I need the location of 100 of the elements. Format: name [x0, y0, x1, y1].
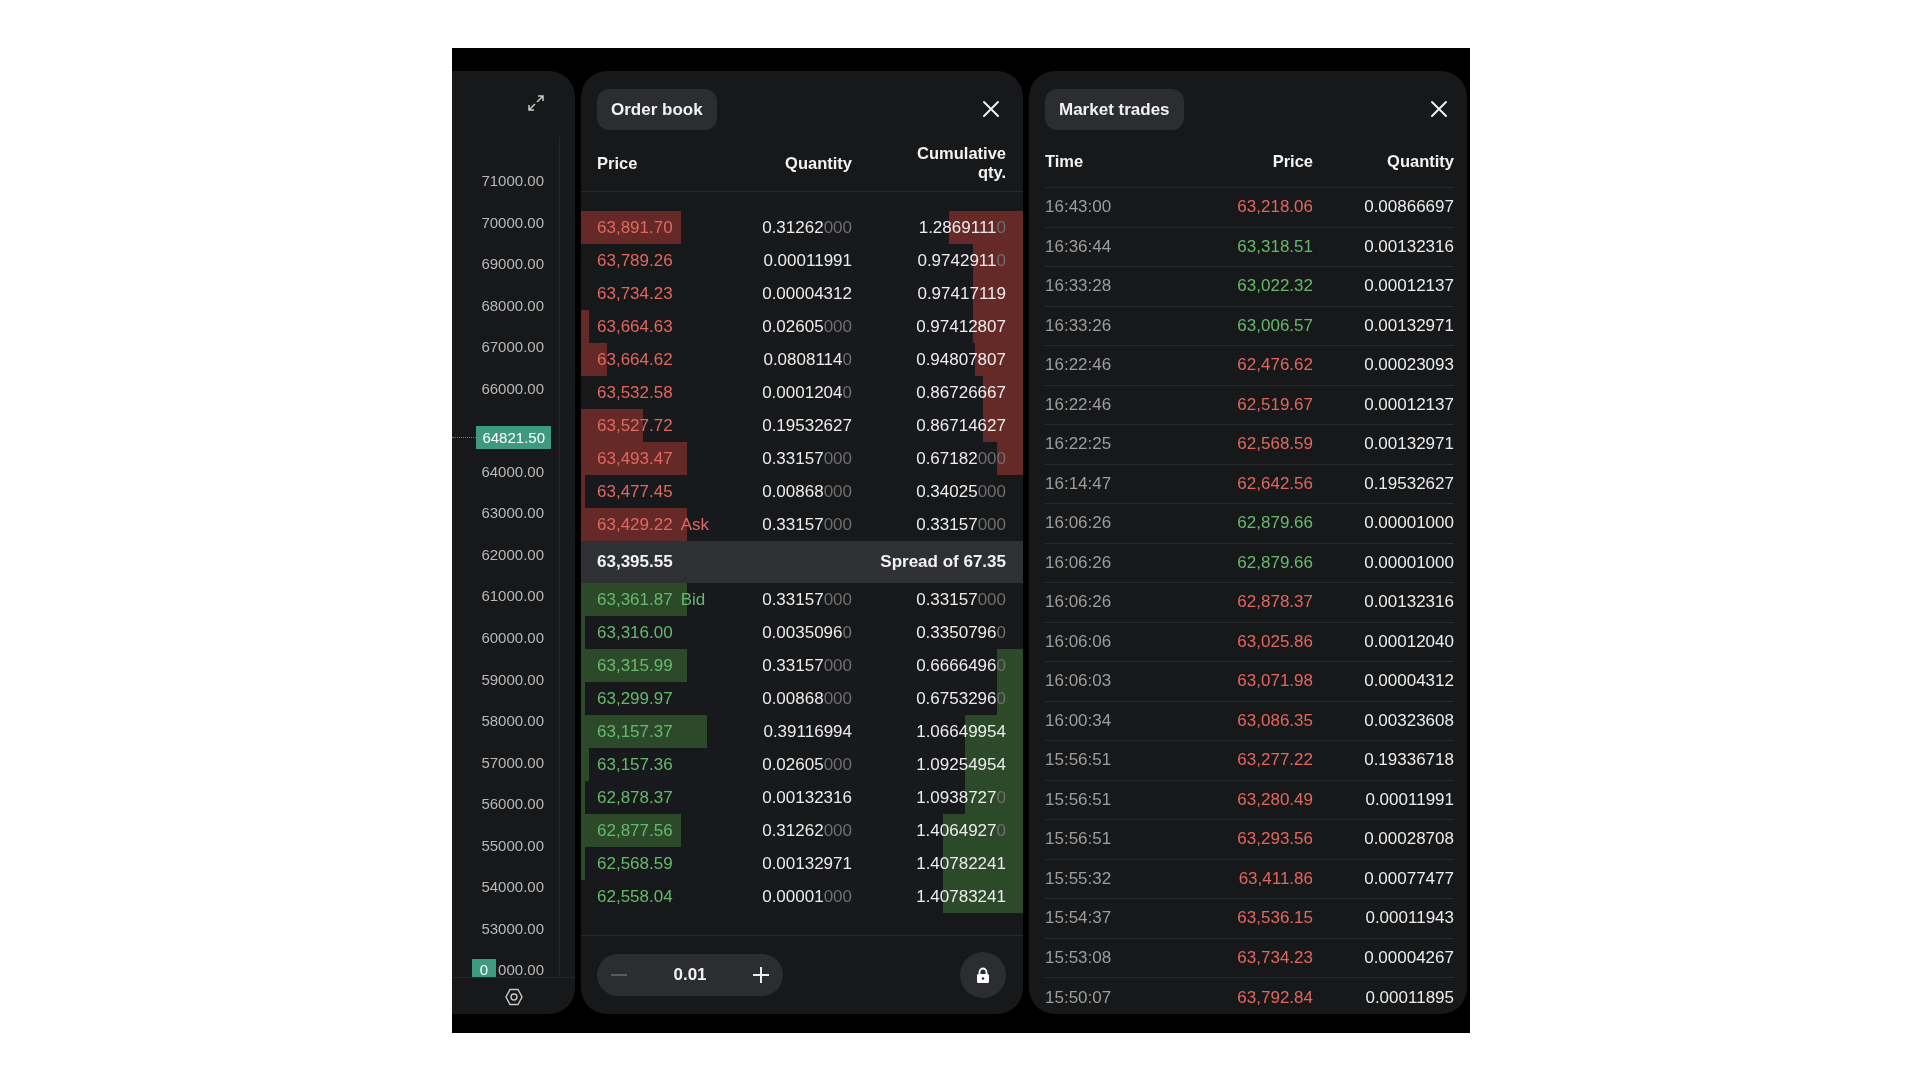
price-cell: 63,536.15	[1237, 908, 1313, 929]
price-cell: 63,532.58	[597, 382, 673, 403]
close-icon	[1428, 98, 1450, 120]
settings-icon	[504, 987, 523, 1006]
price-cell: 63,218.06	[1237, 197, 1313, 218]
quantity-cell: 0.00004312	[1364, 671, 1454, 692]
cumulative-cell: 0.97412807	[916, 316, 1006, 337]
axis-label: 53000.00	[481, 920, 544, 937]
quantity-cell: 0.00012040	[1364, 631, 1454, 652]
axis-label: 71000.00	[481, 173, 544, 189]
axis-label: 55000.00	[481, 837, 544, 854]
axis-label: 63000.00	[481, 505, 544, 522]
current-price-badge: 64821.50	[476, 425, 551, 449]
time-cell-text: 15:50:07	[1045, 987, 1113, 1008]
quantity-cell: 0.00132316	[762, 787, 852, 808]
cumulative-cell: 0.97429110	[917, 250, 1006, 271]
time-cell-text: 16:22:25	[1045, 434, 1113, 455]
price-cell: 62,879.66	[1237, 552, 1313, 573]
time-cell-text: 15:54:37	[1045, 908, 1113, 929]
quantity-cell: 0.33157000	[762, 655, 852, 676]
price-cell: 63,157.36	[597, 754, 673, 775]
quantity-cell: 0.00132316	[1364, 592, 1454, 613]
quantity-cell: 0.00132316	[1364, 236, 1454, 257]
cumulative-cell: 1.06649954	[916, 721, 1006, 742]
price-cell: 63,086.35	[1237, 710, 1313, 731]
quantity-cell: 0.33157000	[762, 514, 852, 535]
time-cell-text: 15:53:08	[1045, 947, 1113, 968]
time-cell-text: 15:56:51	[1045, 750, 1113, 771]
time-cell-text: 16:00:34	[1045, 710, 1113, 731]
axis-label: 62000.00	[481, 546, 544, 563]
price-cell: 63,318.51	[1237, 236, 1313, 257]
quantity-cell: 0.08081140	[763, 349, 852, 370]
quantity-cell: 0.00001000	[1364, 513, 1454, 534]
close-button[interactable]	[1428, 98, 1450, 120]
side-label: Ask	[680, 514, 709, 535]
price-cell: 62,568.59	[597, 853, 673, 874]
time-cell-text: 16:06:26	[1045, 592, 1113, 613]
time-cell-text: 16:22:46	[1045, 394, 1113, 415]
price-cell: 62,558.04	[597, 886, 673, 907]
price-cell: 63,299.97	[597, 688, 673, 709]
price-cell: 63,664.63	[597, 316, 673, 337]
quantity-cell: 0.00132971	[762, 853, 852, 874]
time-cell-text: 16:36:44	[1045, 236, 1113, 257]
quantity-cell: 0.00011895	[1365, 987, 1454, 1008]
quantity-cell: 0.19532627	[762, 415, 852, 436]
panel-title-tab[interactable]: Order book	[597, 89, 717, 130]
axis-label: 000.00	[498, 962, 544, 977]
quantity-cell: 0.00011991	[763, 250, 852, 271]
quantity-cell: 0.00023093	[1364, 355, 1454, 376]
close-button[interactable]	[980, 98, 1002, 120]
price-cell: 63,734.23	[597, 283, 673, 304]
quantity-cell: 0.00012040	[762, 382, 852, 403]
price-cell: 63,429.22	[597, 514, 673, 535]
price-cell: 62,476.62	[1237, 355, 1313, 376]
price-cell: 63,025.86	[1237, 631, 1313, 652]
price-cell: 62,879.66	[1237, 513, 1313, 534]
axis-label: 59000.00	[481, 671, 544, 688]
cumulative-cell: 0.97417119	[917, 283, 1006, 304]
quantity-cell: 0.00012137	[1364, 394, 1454, 415]
expand-icon	[528, 95, 544, 111]
lock-button[interactable]	[960, 952, 1006, 998]
cumulative-cell: 0.86726667	[916, 382, 1006, 403]
close-icon	[980, 98, 1002, 120]
cumulative-cell: 1.28691110	[918, 217, 1006, 238]
axis-label: 69000.00	[481, 256, 544, 273]
quantity-cell: 0.02605000	[762, 754, 852, 775]
axis-label: 67000.00	[481, 339, 544, 356]
cumulative-cell: 1.40649270	[916, 820, 1006, 841]
column-header: Time	[1045, 151, 1085, 171]
price-cell: 63,293.56	[1237, 829, 1313, 850]
quantity-cell: 0.33157000	[762, 448, 852, 469]
column-header: Price	[1272, 151, 1313, 171]
price-cell: 62,642.56	[1237, 473, 1313, 494]
lock-icon	[976, 966, 990, 984]
cumulative-cell: 0.94807807	[916, 349, 1006, 370]
time-cell-text: 16:33:28	[1045, 276, 1113, 297]
price-cell: 62,568.59	[1237, 434, 1313, 455]
quantity-cell: 0.00866697	[1364, 197, 1454, 218]
cumulative-cell: 0.66664960	[916, 655, 1006, 676]
quantity-cell: 0.00350960	[762, 622, 852, 643]
price-cell: 63,006.57	[1237, 315, 1313, 336]
price-cell: 63,022.32	[1237, 276, 1313, 297]
column-header: Price	[597, 153, 639, 173]
cumulative-cell: 0.33507960	[916, 622, 1006, 643]
price-cell: 62,519.67	[1237, 394, 1313, 415]
quantity-cell: 0.00132971	[1364, 434, 1454, 455]
panel-title-tab[interactable]: Market trades	[1045, 89, 1184, 130]
cumulative-cell: 1.09387270	[916, 787, 1006, 808]
price-cell: 63,411.86	[1238, 868, 1313, 889]
quantity-cell: 0.00077477	[1364, 868, 1454, 889]
cumulative-cell: 0.86714627	[916, 415, 1006, 436]
minus-icon	[611, 974, 627, 976]
cumulative-cell: 0.33157000	[916, 589, 1006, 610]
price-cell: 63,071.98	[1237, 671, 1313, 692]
price-cell: 63,316.00	[597, 622, 673, 643]
price-cell: 63,664.62	[597, 349, 673, 370]
spread-text: Spread of 67.35	[880, 552, 1006, 572]
time-cell-text: 16:06:03	[1045, 671, 1113, 692]
cumulative-cell: 0.34025000	[916, 481, 1006, 502]
cumulative-cell: 1.40782241	[916, 853, 1006, 874]
